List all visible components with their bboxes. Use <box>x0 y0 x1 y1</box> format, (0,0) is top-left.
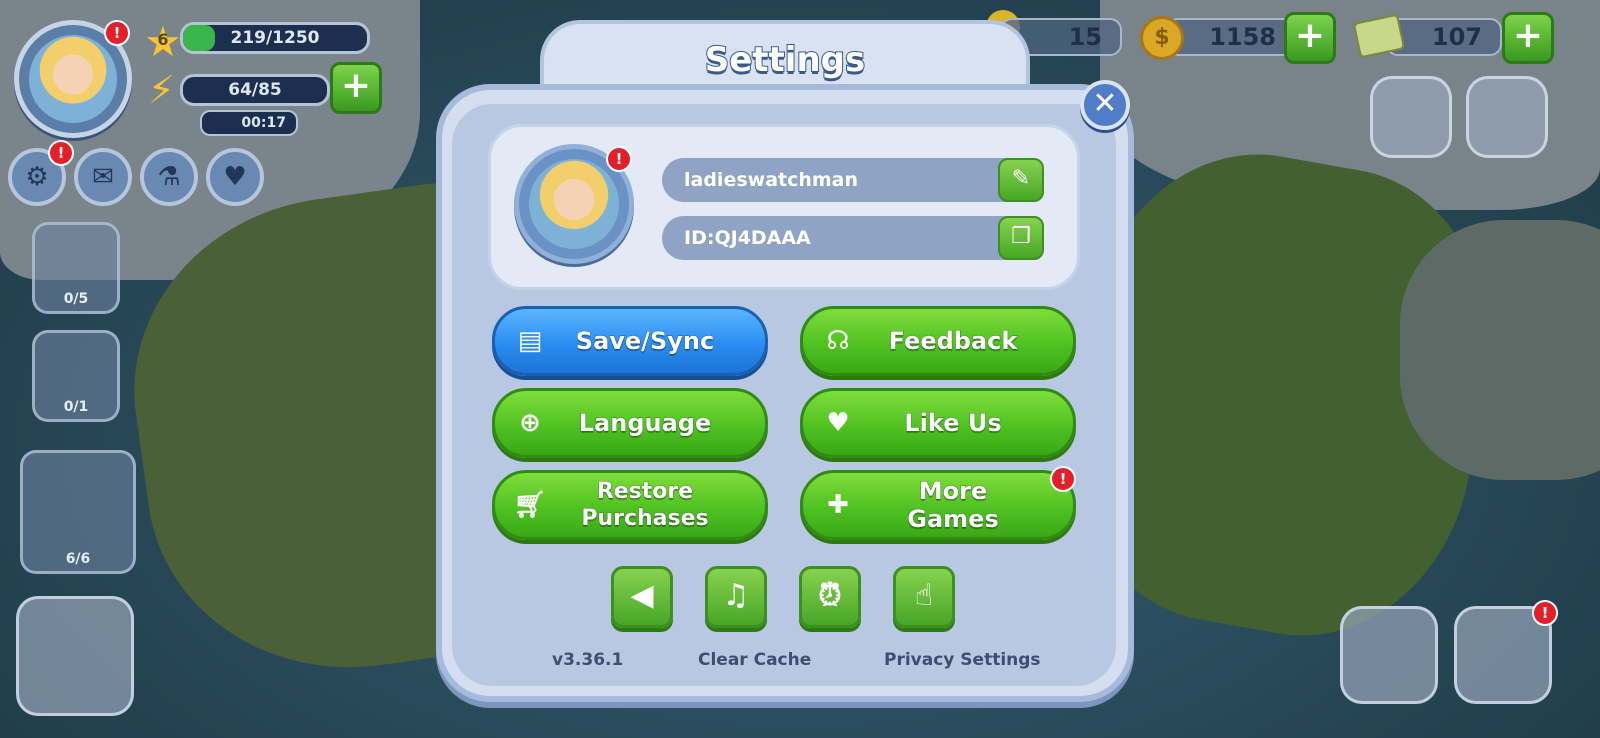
gamepad-icon: ✚ <box>827 490 849 520</box>
energy-bar: 64/85 <box>180 74 330 106</box>
side-slot-compass[interactable]: 6/6 <box>20 450 136 574</box>
clear-cache-link[interactable]: Clear Cache <box>698 650 811 670</box>
alarm-clock-icon[interactable]: ⏰︎ <box>799 566 861 628</box>
language-label: Language <box>578 409 712 438</box>
gear-alert-badge: ! <box>48 140 74 166</box>
add-energy-button[interactable]: + <box>330 62 382 114</box>
add-cash-button[interactable]: + <box>1502 12 1554 64</box>
feedback-button[interactable]: ☊ Feedback <box>800 306 1076 376</box>
more-games-alert-badge: ! <box>1050 466 1076 492</box>
quest-alert-badge: ! <box>1532 600 1558 626</box>
close-icon[interactable]: ✕ <box>1080 80 1130 130</box>
mail-icon[interactable]: ✉ <box>74 148 132 206</box>
coin-counter: 1158 <box>1166 18 1296 56</box>
pencil-icon: ✎ <box>1011 166 1031 191</box>
gift-box-button[interactable] <box>1370 76 1452 158</box>
edit-name-button[interactable]: ✎ <box>998 158 1044 202</box>
side-slot-truck[interactable]: 0/5 <box>32 222 120 314</box>
side-slot-count: 6/6 <box>65 551 91 567</box>
save-icon: ▤ <box>517 326 543 356</box>
avatar-alert-badge: ! <box>104 20 130 46</box>
user-id-field: ID:QJ4DAAA <box>662 216 1044 260</box>
coin-icon: $ <box>1140 16 1184 60</box>
xp-bar: 219/1250 <box>180 22 370 54</box>
more-games-button[interactable]: ✚ More Games <box>800 470 1076 540</box>
save-sync-label: Save/Sync <box>575 327 715 356</box>
jar-button[interactable] <box>1466 76 1548 158</box>
player-portrait <box>29 35 117 123</box>
heart-icon: ♥ <box>826 408 850 438</box>
tap-gesture-icon[interactable]: ☝ <box>893 566 955 628</box>
copy-icon: ❐ <box>1011 224 1031 249</box>
like-us-button[interactable]: ♥ Like Us <box>800 388 1076 458</box>
username-field: ladieswatchman <box>662 158 1044 202</box>
language-button[interactable]: ⊕ Language <box>492 388 768 458</box>
level-number: 6 <box>157 30 169 49</box>
cash-counter: 107 <box>1386 18 1502 56</box>
energy-bar-text: 64/85 <box>228 80 282 100</box>
save-sync-button[interactable]: ▤ Save/Sync <box>492 306 768 376</box>
music-icon[interactable]: ♫ <box>705 566 767 628</box>
cart-icon: 🛒︎ <box>513 490 547 520</box>
headset-icon: ☊ <box>826 326 850 356</box>
like-us-label: Like Us <box>904 409 1002 438</box>
side-slot-count: 0/1 <box>63 399 89 415</box>
version-label: v3.36.1 <box>552 650 624 670</box>
shop-button[interactable] <box>1340 606 1438 704</box>
restore-purchases-button[interactable]: 🛒︎ Restore Purchases <box>492 470 768 540</box>
dialog-title: Settings <box>704 39 867 81</box>
copy-id-button[interactable]: ❐ <box>998 216 1044 260</box>
restore-label-line2: Purchases <box>581 506 709 532</box>
more-games-label: More Games <box>907 477 999 534</box>
side-slot-count: 0/5 <box>63 291 89 307</box>
profile-alert-badge: ! <box>606 146 632 172</box>
restore-label-line1: Restore <box>596 479 694 505</box>
restore-purchases-label: Restore Purchases <box>565 478 765 532</box>
microscope-icon[interactable]: ⚗ <box>140 148 198 206</box>
side-slot-crate[interactable]: 0/1 <box>32 330 120 422</box>
task-board-button[interactable] <box>16 596 134 716</box>
energy-bolt-icon: ⚡ <box>148 68 175 112</box>
feedback-label: Feedback <box>888 327 1018 356</box>
energy-timer: 00:17 <box>200 110 298 136</box>
shirt-icon[interactable]: ♥ <box>206 148 264 206</box>
profile-portrait <box>529 159 619 249</box>
privacy-settings-link[interactable]: Privacy Settings <box>884 650 1041 670</box>
add-coins-button[interactable]: + <box>1284 12 1336 64</box>
sound-icon[interactable]: ◀ <box>611 566 673 628</box>
globe-icon: ⊕ <box>519 408 541 438</box>
xp-bar-text: 219/1250 <box>230 28 320 48</box>
